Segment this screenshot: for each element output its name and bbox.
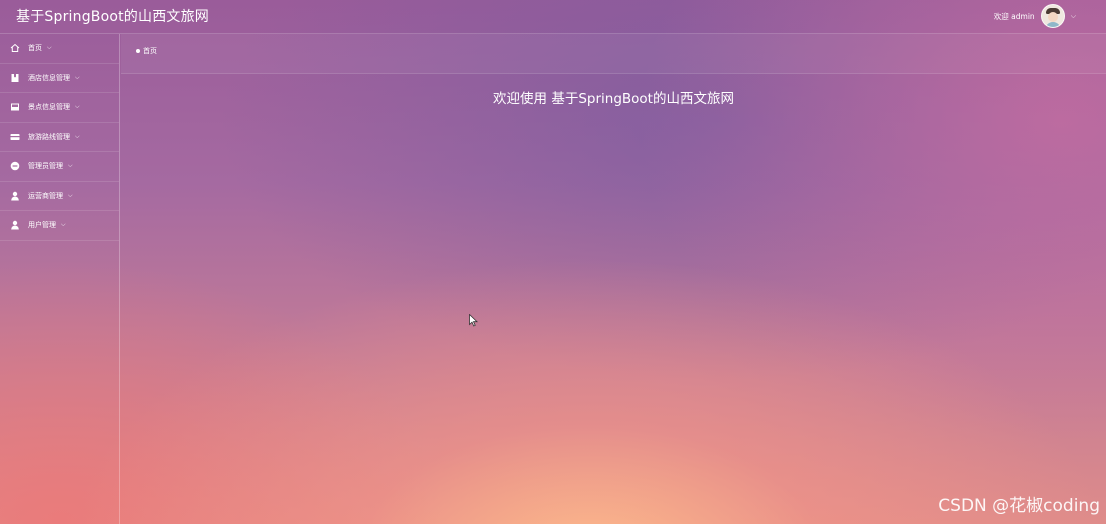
chevron-down-icon: ⌵ [75, 132, 80, 140]
picture-icon [10, 102, 20, 112]
bookmark-icon [10, 73, 20, 83]
breadcrumb-item-home[interactable]: 首页 [143, 46, 157, 56]
chevron-down-icon: ⌵ [68, 191, 73, 199]
sidebar-item-route-management[interactable]: 旅游路线管理 ⌵ [0, 123, 119, 152]
sidebar: 首页 ⌵ 酒店信息管理 ⌵ 景点信息管理 ⌵ 旅游路线管理 ⌵ 管理员管理 ⌵ [0, 34, 120, 524]
sidebar-item-label: 旅游路线管理 [28, 132, 70, 141]
sidebar-item-label: 用户管理 [28, 221, 56, 230]
welcome-heading: 欢迎使用 基于SpringBoot的山西文旅网 [493, 91, 734, 107]
chevron-down-icon: ⌵ [47, 44, 52, 52]
user-menu[interactable]: 欢迎 admin ⌵ [994, 2, 1076, 30]
chevron-down-icon: ⌵ [61, 221, 66, 229]
sidebar-item-label: 管理员管理 [28, 162, 63, 171]
watermark: CSDN @花椒coding [938, 496, 1100, 516]
sidebar-item-label: 首页 [28, 44, 42, 53]
chevron-down-icon: ⌵ [75, 103, 80, 111]
avatar[interactable] [1040, 4, 1065, 28]
sidebar-item-scenic-management[interactable]: 景点信息管理 ⌵ [0, 93, 119, 123]
home-icon [10, 43, 20, 53]
sidebar-item-hotel-management[interactable]: 酒店信息管理 ⌵ [0, 64, 119, 93]
chevron-down-icon: ⌵ [68, 162, 73, 170]
sidebar-item-label: 酒店信息管理 [28, 73, 70, 82]
card-icon [10, 132, 20, 142]
sidebar-item-home[interactable]: 首页 ⌵ [0, 34, 119, 64]
user-icon [10, 220, 20, 230]
sidebar-item-admin-management[interactable]: 管理员管理 ⌵ [0, 152, 119, 182]
mouse-cursor-icon [469, 312, 478, 331]
sidebar-item-user-management[interactable]: 用户管理 ⌵ [0, 211, 119, 241]
top-header: 基于SpringBoot的山西文旅网 欢迎 admin ⌵ [0, 0, 1106, 34]
minus-circle-icon [10, 161, 20, 171]
sidebar-item-label: 景点信息管理 [28, 103, 70, 112]
user-icon [10, 191, 20, 201]
breadcrumb-bar: 首页 [121, 34, 1106, 74]
sidebar-item-label: 运营商管理 [28, 191, 63, 200]
chevron-down-icon[interactable]: ⌵ [1071, 12, 1076, 20]
chevron-down-icon: ⌵ [75, 73, 80, 81]
sidebar-item-operator-management[interactable]: 运营商管理 ⌵ [0, 182, 119, 211]
bullet-dot-icon [136, 49, 140, 53]
app-title: 基于SpringBoot的山西文旅网 [16, 9, 210, 25]
breadcrumb: 首页 [136, 46, 157, 56]
welcome-user-text: 欢迎 admin [993, 11, 1035, 21]
